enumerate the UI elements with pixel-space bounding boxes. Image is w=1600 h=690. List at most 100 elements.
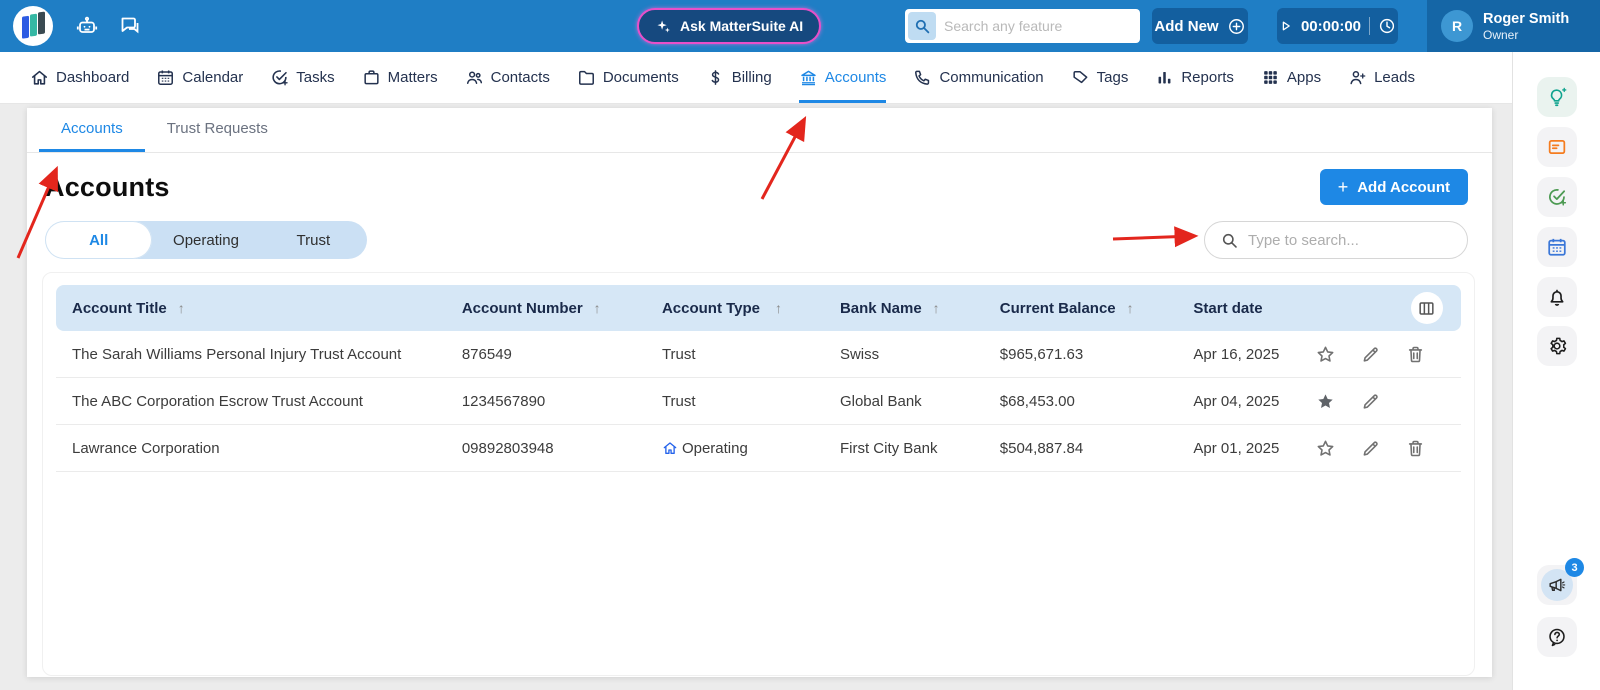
chat-icon[interactable] xyxy=(118,14,142,38)
bulb-icon xyxy=(1546,86,1568,108)
subtab-accounts[interactable]: Accounts xyxy=(39,108,145,152)
table-row[interactable]: The Sarah Williams Personal Injury Trust… xyxy=(56,331,1461,378)
nav-label: Documents xyxy=(602,68,679,86)
sidebar-notifications-button[interactable] xyxy=(1537,277,1577,317)
account-type-filter: All Operating Trust xyxy=(45,221,367,259)
cell-bank-name: First City Bank xyxy=(839,439,938,457)
ai-bot-icon[interactable] xyxy=(75,14,99,38)
global-search xyxy=(905,9,1140,43)
star-filled-icon[interactable] xyxy=(1315,391,1336,412)
edit-icon[interactable] xyxy=(1360,391,1381,412)
column-header[interactable]: Start date xyxy=(1193,300,1309,317)
divider xyxy=(1369,17,1371,35)
column-settings-button[interactable] xyxy=(1410,292,1443,324)
sort-arrow-icon[interactable]: ↑ xyxy=(775,300,782,316)
filter-trust[interactable]: Trust xyxy=(260,221,367,259)
folder-icon xyxy=(577,68,596,87)
nav-label: Apps xyxy=(1286,68,1322,86)
nav-item-tasks[interactable]: Tasks xyxy=(270,52,335,103)
delete-icon[interactable] xyxy=(1405,344,1426,365)
timer-button[interactable]: 00:00:00 xyxy=(1277,8,1398,44)
nav-item-communication[interactable]: Communication xyxy=(913,52,1044,103)
nav-item-documents[interactable]: Documents xyxy=(577,52,679,103)
nav-item-accounts[interactable]: Accounts xyxy=(798,52,887,103)
global-search-input[interactable] xyxy=(944,18,1137,34)
page-title: Accounts xyxy=(45,171,170,202)
sidebar-settings-button[interactable] xyxy=(1537,326,1577,366)
nav-item-matters[interactable]: Matters xyxy=(362,52,438,103)
sidebar-help-button[interactable] xyxy=(1537,617,1577,657)
nav-label: Billing xyxy=(731,68,772,86)
sidebar-add-task-button[interactable] xyxy=(1537,177,1577,217)
cell-account-title: The Sarah Williams Personal Injury Trust… xyxy=(72,345,402,363)
star-icon[interactable] xyxy=(1315,438,1336,459)
search-icon xyxy=(908,12,936,40)
sidebar-notes-button[interactable] xyxy=(1537,127,1577,167)
nav-item-calendar[interactable]: Calendar xyxy=(156,52,243,103)
column-header[interactable]: Account Title ↑ xyxy=(72,300,462,317)
sort-arrow-icon[interactable]: ↑ xyxy=(178,300,185,316)
play-icon xyxy=(1279,19,1293,33)
nav-label: Contacts xyxy=(490,68,550,86)
grid-icon xyxy=(1261,68,1280,87)
nav-item-reports[interactable]: Reports xyxy=(1155,52,1234,103)
dollar-icon xyxy=(706,68,725,87)
sort-arrow-icon[interactable]: ↑ xyxy=(933,300,940,316)
nav-label: Tasks xyxy=(296,68,335,86)
cell-account-title: Lawrance Corporation xyxy=(72,439,220,457)
contacts-icon xyxy=(465,68,484,87)
help-icon xyxy=(1546,626,1568,648)
ask-mattersuite-ai-button[interactable]: Ask MatterSuite AI xyxy=(637,8,822,44)
calendar-icon xyxy=(156,68,175,87)
nav-item-billing[interactable]: Billing xyxy=(706,52,772,103)
chart-icon xyxy=(1155,68,1174,87)
cell-bank-name: Global Bank xyxy=(839,392,922,410)
sidebar-ideas-button[interactable] xyxy=(1537,77,1577,117)
megaphone-icon xyxy=(1547,575,1567,595)
sort-arrow-icon[interactable]: ↑ xyxy=(1127,300,1134,316)
nav-label: Reports xyxy=(1181,68,1234,86)
cell-start-date: Apr 16, 2025 xyxy=(1193,345,1280,363)
filter-all[interactable]: All xyxy=(45,221,153,259)
nav-item-leads[interactable]: Leads xyxy=(1348,52,1415,103)
column-header[interactable]: Bank Name ↑ xyxy=(840,300,1000,317)
subtab-trust-requests[interactable]: Trust Requests xyxy=(145,108,290,152)
nav-item-dashboard[interactable]: Dashboard xyxy=(30,52,129,103)
cell-account-number: 876549 xyxy=(461,345,512,363)
nav-item-apps[interactable]: Apps xyxy=(1261,52,1321,103)
table-row[interactable]: Lawrance Corporation 09892803948 Operating… xyxy=(56,425,1461,472)
gear-icon xyxy=(1546,335,1568,357)
add-new-button[interactable]: Add New xyxy=(1152,8,1248,44)
plus-icon: + xyxy=(1337,176,1349,197)
plus-circle-icon xyxy=(1227,17,1246,36)
table-search-input[interactable] xyxy=(1248,231,1452,249)
column-header[interactable]: Account Type ↑ xyxy=(662,300,840,317)
sidebar-calendar-button[interactable] xyxy=(1537,227,1577,267)
announcement-badge: 3 xyxy=(1565,558,1584,577)
mattersuite-logo[interactable] xyxy=(13,6,53,46)
column-header[interactable]: Current Balance ↑ xyxy=(1000,300,1194,317)
star-icon[interactable] xyxy=(1315,344,1336,365)
column-header[interactable]: Account Number ↑ xyxy=(462,300,662,317)
note-icon xyxy=(1546,136,1568,158)
cell-start-date: Apr 04, 2025 xyxy=(1193,392,1280,410)
table-row[interactable]: The ABC Corporation Escrow Trust Account… xyxy=(56,378,1461,425)
nav-label: Calendar xyxy=(182,68,244,86)
clock-icon xyxy=(1378,17,1396,35)
tasks-icon xyxy=(270,68,289,87)
add-account-button[interactable]: + Add Account xyxy=(1319,169,1468,205)
sidebar-announcements-button[interactable]: 3 xyxy=(1537,558,1584,605)
cell-account-number: 1234567890 xyxy=(461,392,546,410)
edit-icon[interactable] xyxy=(1360,438,1381,459)
nav-item-tags[interactable]: Tags xyxy=(1071,52,1128,103)
cell-account-type: Trust xyxy=(661,345,696,363)
edit-icon[interactable] xyxy=(1360,344,1381,365)
nav-item-contacts[interactable]: Contacts xyxy=(465,52,550,103)
filter-operating[interactable]: Operating xyxy=(152,221,259,259)
cell-account-number: 09892803948 xyxy=(461,439,554,457)
avatar: R xyxy=(1441,10,1473,42)
subtabs: Accounts Trust Requests xyxy=(27,108,1492,153)
delete-icon[interactable] xyxy=(1405,438,1426,459)
user-menu[interactable]: R Roger Smith Owner xyxy=(1427,0,1600,52)
sort-arrow-icon[interactable]: ↑ xyxy=(594,300,601,316)
